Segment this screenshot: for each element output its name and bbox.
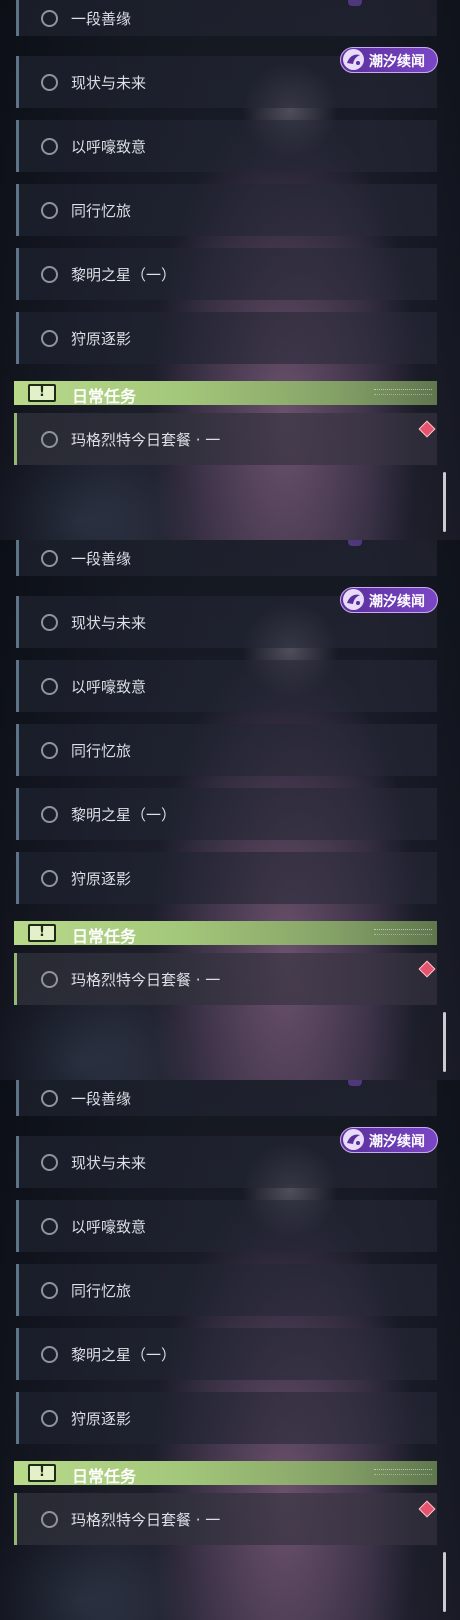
exclamation-icon: ! — [28, 384, 56, 402]
wave-emblem-icon — [343, 589, 364, 610]
quest-status-circle-icon — [41, 1154, 58, 1171]
quest-row[interactable]: 黎明之星（一） — [16, 1328, 437, 1380]
quest-row[interactable]: 黎明之星（一） — [16, 788, 437, 840]
exclamation-icon: ! — [28, 1464, 56, 1482]
event-badge-label: 潮汐续闻 — [369, 594, 425, 610]
quest-status-circle-icon — [41, 1410, 58, 1427]
quest-row[interactable]: 黎明之星（一） — [16, 248, 437, 300]
event-badge[interactable]: 潮汐续闻 — [340, 587, 438, 613]
screenshot-root: 一段善缘 现状与未来 以呼嚎致意 同行忆旅 黎明之星（一） 狩原逐影 潮汐续闻 … — [0, 0, 460, 1620]
quest-title: 黎明之星（一） — [71, 266, 177, 284]
exclamation-icon: ! — [28, 924, 56, 942]
scrollbar-thumb[interactable] — [443, 1012, 446, 1072]
quest-title: 黎明之星（一） — [71, 1346, 177, 1364]
quest-status-circle-icon — [41, 870, 58, 887]
event-badge[interactable]: 潮汐续闻 — [340, 1127, 438, 1153]
quest-row[interactable]: 以呼嚎致意 — [16, 1200, 437, 1252]
quest-title: 同行忆旅 — [71, 202, 132, 220]
quest-status-circle-icon — [41, 74, 58, 91]
quest-title: 一段善缘 — [71, 10, 132, 28]
quest-title: 以呼嚎致意 — [71, 678, 147, 696]
quest-status-circle-icon — [41, 330, 58, 347]
daily-quest-row[interactable]: 玛格烈特今日套餐 · 一 — [14, 413, 437, 465]
quest-row[interactable]: 一段善缘 — [16, 0, 437, 36]
quest-status-circle-icon — [41, 971, 58, 988]
quest-row[interactable]: 狩原逐影 — [16, 312, 437, 364]
daily-quest-row[interactable]: 玛格烈特今日套餐 · 一 — [14, 1493, 437, 1545]
header-decoration — [374, 389, 432, 395]
daily-quest-row[interactable]: 玛格烈特今日套餐 · 一 — [14, 953, 437, 1005]
quest-title: 同行忆旅 — [71, 742, 132, 760]
category-title: 日常任务 — [72, 387, 137, 406]
daily-tasks-header[interactable]: ! 日常任务 — [14, 1461, 437, 1486]
quest-tracker-panel: 一段善缘 现状与未来 以呼嚎致意 同行忆旅 黎明之星（一） 狩原逐影 潮汐续闻 … — [0, 540, 460, 1080]
quest-row[interactable]: 一段善缘 — [16, 1080, 437, 1116]
event-badge[interactable]: 潮汐续闻 — [340, 47, 438, 73]
quest-title: 玛格烈特今日套餐 · 一 — [71, 1511, 221, 1529]
quest-title: 玛格烈特今日套餐 · 一 — [71, 431, 221, 449]
quest-row[interactable]: 同行忆旅 — [16, 184, 437, 236]
exclamation-glyph: ! — [39, 925, 45, 940]
quest-tracker-panel: 一段善缘 现状与未来 以呼嚎致意 同行忆旅 黎明之星（一） 狩原逐影 潮汐续闻 … — [0, 0, 460, 540]
scrollbar-thumb[interactable] — [443, 472, 446, 532]
quest-title: 一段善缘 — [71, 550, 132, 568]
quest-tracker-panel: 一段善缘 现状与未来 以呼嚎致意 同行忆旅 黎明之星（一） 狩原逐影 潮汐续闻 … — [0, 1080, 460, 1620]
quest-status-circle-icon — [41, 202, 58, 219]
quest-title: 狩原逐影 — [71, 330, 132, 348]
daily-tasks-header[interactable]: ! 日常任务 — [14, 381, 437, 406]
quest-status-circle-icon — [41, 614, 58, 631]
header-decoration — [374, 929, 432, 935]
exclamation-glyph: ! — [39, 1465, 45, 1480]
quest-title: 一段善缘 — [71, 1090, 132, 1108]
daily-tasks-header[interactable]: ! 日常任务 — [14, 921, 437, 946]
quest-title: 现状与未来 — [71, 614, 147, 632]
quest-title: 狩原逐影 — [71, 870, 132, 888]
quest-status-circle-icon — [41, 1511, 58, 1528]
event-badge-label: 潮汐续闻 — [369, 54, 425, 70]
quest-status-circle-icon — [41, 1282, 58, 1299]
quest-status-circle-icon — [41, 742, 58, 759]
quest-title: 以呼嚎致意 — [71, 1218, 147, 1236]
quest-title: 现状与未来 — [71, 1154, 147, 1172]
scrollbar-thumb[interactable] — [443, 1552, 446, 1612]
wave-emblem-icon — [343, 1129, 364, 1150]
category-title: 日常任务 — [72, 927, 137, 946]
quest-status-circle-icon — [41, 1346, 58, 1363]
quest-title: 狩原逐影 — [71, 1410, 132, 1428]
quest-status-circle-icon — [41, 266, 58, 283]
quest-status-circle-icon — [41, 10, 58, 27]
quest-title: 现状与未来 — [71, 74, 147, 92]
quest-row[interactable]: 以呼嚎致意 — [16, 660, 437, 712]
quest-status-circle-icon — [41, 431, 58, 448]
category-title: 日常任务 — [72, 1467, 137, 1486]
exclamation-glyph: ! — [39, 385, 45, 400]
quest-row[interactable]: 狩原逐影 — [16, 852, 437, 904]
quest-title: 玛格烈特今日套餐 · 一 — [71, 971, 221, 989]
quest-status-circle-icon — [41, 1218, 58, 1235]
quest-status-circle-icon — [41, 806, 58, 823]
quest-row[interactable]: 一段善缘 — [16, 540, 437, 576]
quest-title: 黎明之星（一） — [71, 806, 177, 824]
wave-emblem-icon — [343, 49, 364, 70]
quest-title: 以呼嚎致意 — [71, 138, 147, 156]
quest-status-circle-icon — [41, 678, 58, 695]
header-decoration — [374, 1469, 432, 1475]
event-badge-label: 潮汐续闻 — [369, 1134, 425, 1150]
quest-status-circle-icon — [41, 550, 58, 567]
quest-status-circle-icon — [41, 138, 58, 155]
quest-row[interactable]: 狩原逐影 — [16, 1392, 437, 1444]
quest-row[interactable]: 同行忆旅 — [16, 1264, 437, 1316]
quest-title: 同行忆旅 — [71, 1282, 132, 1300]
quest-status-circle-icon — [41, 1090, 58, 1107]
quest-row[interactable]: 以呼嚎致意 — [16, 120, 437, 172]
quest-row[interactable]: 同行忆旅 — [16, 724, 437, 776]
